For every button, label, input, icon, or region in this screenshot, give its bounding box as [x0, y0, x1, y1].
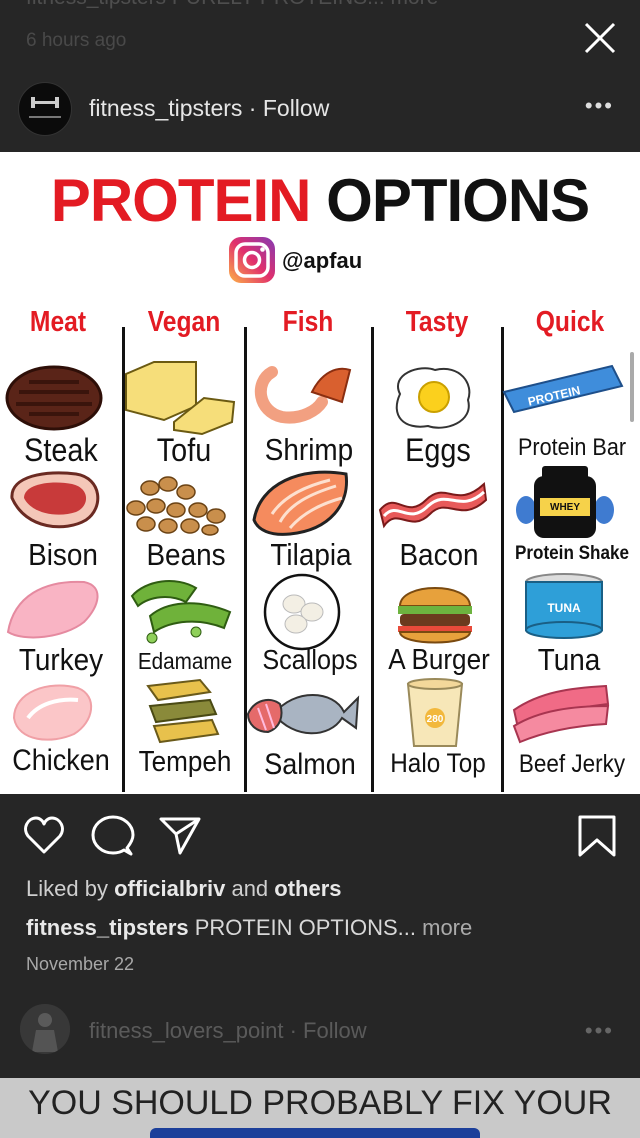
next-post-image-partial-text-block	[150, 1128, 480, 1138]
food-label-a-burger: A Burger	[388, 644, 490, 676]
protein-bar-icon: PROTEIN	[502, 364, 624, 414]
next-post-follow-button[interactable]: Follow	[303, 1018, 367, 1043]
more-options-button[interactable]: •••	[585, 93, 614, 119]
follow-button[interactable]: Follow	[263, 95, 329, 121]
column-heading-vegan: Vegan	[147, 306, 221, 338]
fried-egg-icon	[395, 367, 471, 429]
next-post-header: fitness_lovers_point · Follow •••	[0, 1000, 640, 1064]
likes-others-link[interactable]: others	[274, 876, 341, 901]
likes-prefix: Liked by	[26, 876, 108, 901]
previous-post-time: 6 hours ago	[26, 30, 127, 51]
food-label-tofu: Tofu	[156, 432, 212, 468]
scallops-icon	[263, 573, 341, 651]
image-title: PROTEIN OPTIONS	[0, 166, 640, 235]
image-handle-text: @apfau	[282, 248, 363, 273]
comment-icon[interactable]	[91, 814, 135, 858]
heart-icon[interactable]	[22, 814, 66, 858]
person-silhouette-icon	[20, 1004, 70, 1054]
separator-dot: ·	[289, 1018, 304, 1043]
food-label-beef-jerky: Beef Jerky	[518, 750, 626, 778]
next-post-image[interactable]: YOU SHOULD PROBABLY FIX YOUR	[0, 1078, 640, 1138]
likes-user-link[interactable]: officialbriv	[114, 876, 225, 901]
column-heading-fish: Fish	[282, 306, 334, 338]
food-label-protein-shake: Protein Shake	[514, 543, 630, 564]
tempeh-icon	[146, 678, 220, 744]
image-title-part2: OPTIONS	[326, 167, 590, 234]
column-heading-meat: Meat	[29, 306, 87, 338]
avatar[interactable]	[18, 82, 72, 136]
halo-top-pint-icon: 280	[406, 678, 464, 747]
chicken-breast-icon	[12, 684, 93, 741]
bacon-icon	[378, 481, 488, 529]
post-username[interactable]: fitness_tipsters	[89, 95, 242, 121]
next-post-image-text: YOU SHOULD PROBABLY FIX YOUR	[28, 1084, 612, 1122]
steak-icon	[5, 365, 103, 431]
tofu-icon	[125, 361, 236, 436]
food-label-salmon: Salmon	[264, 748, 356, 781]
food-label-eggs: Eggs	[405, 432, 471, 468]
food-label-tuna: Tuna	[537, 642, 601, 677]
bookmark-icon[interactable]	[575, 814, 619, 858]
likes-line: Liked by officialbriv and others	[26, 876, 342, 902]
food-label-halo-top: Halo Top	[390, 748, 486, 778]
tilapia-fillet-icon	[252, 470, 348, 536]
food-label-beans: Beans	[146, 537, 226, 572]
salmon-fish-icon	[246, 694, 360, 735]
caption-more-link[interactable]: more	[422, 915, 472, 940]
turkey-breast-icon	[6, 580, 99, 639]
post-caption: fitness_tipsters PROTEIN OPTIONS... more	[26, 915, 472, 941]
scrollbar[interactable]	[630, 352, 634, 422]
post-actions	[0, 808, 640, 868]
food-label-shrimp: Shrimp	[264, 432, 354, 467]
whey-label-text: WHEY	[550, 502, 580, 513]
dumbbell-logo-icon	[29, 97, 61, 118]
previous-post-caption: fitness_tipsters PURELY PROTEINS... more	[26, 0, 438, 10]
food-label-bacon: Bacon	[399, 537, 479, 572]
beef-jerky-icon	[512, 684, 610, 744]
halo-top-calorie-text: 280	[427, 714, 444, 725]
instagram-icon	[229, 237, 275, 283]
food-label-scallops: Scallops	[262, 644, 358, 675]
food-label-tilapia: Tilapia	[270, 537, 352, 572]
post-image[interactable]: PROTEIN OPTIONS @apfau Meat Vegan Fish T…	[0, 152, 640, 794]
next-post-username[interactable]: fitness_lovers_point	[89, 1018, 283, 1043]
post-date: November 22	[26, 954, 135, 974]
tuna-can-label-text: TUNA	[547, 601, 581, 615]
food-label-bison: Bison	[28, 537, 98, 572]
food-label-chicken: Chicken	[12, 744, 110, 777]
next-post-avatar[interactable]	[20, 1004, 70, 1054]
separator-dot: ·	[248, 95, 263, 121]
share-icon[interactable]	[158, 814, 202, 858]
protein-shake-icon: WHEY	[516, 466, 614, 538]
food-label-protein-bar: Protein Bar	[517, 434, 627, 461]
food-label-edamame: Edamame	[137, 648, 233, 674]
close-icon[interactable]	[582, 20, 618, 56]
food-label-tempeh: Tempeh	[138, 746, 232, 778]
image-title-part1: PROTEIN	[50, 167, 312, 234]
bison-meat-icon	[10, 471, 100, 529]
tuna-can-icon: TUNA	[525, 573, 603, 639]
column-heading-tasty: Tasty	[405, 306, 469, 338]
caption-text: PROTEIN OPTIONS...	[194, 915, 416, 940]
likes-and: and	[231, 876, 269, 901]
column-heading-quick: Quick	[535, 306, 605, 338]
column-divider	[371, 327, 374, 792]
shrimp-icon	[254, 366, 352, 424]
caption-username[interactable]: fitness_tipsters	[26, 915, 189, 940]
burger-icon	[398, 587, 472, 644]
beans-icon	[126, 476, 226, 536]
food-label-turkey: Turkey	[18, 642, 104, 677]
next-post-more-options-button[interactable]: •••	[585, 1018, 614, 1044]
food-label-steak: Steak	[24, 432, 98, 468]
post-header: fitness_tipsters · Follow •••	[0, 78, 640, 140]
edamame-icon	[130, 580, 232, 644]
